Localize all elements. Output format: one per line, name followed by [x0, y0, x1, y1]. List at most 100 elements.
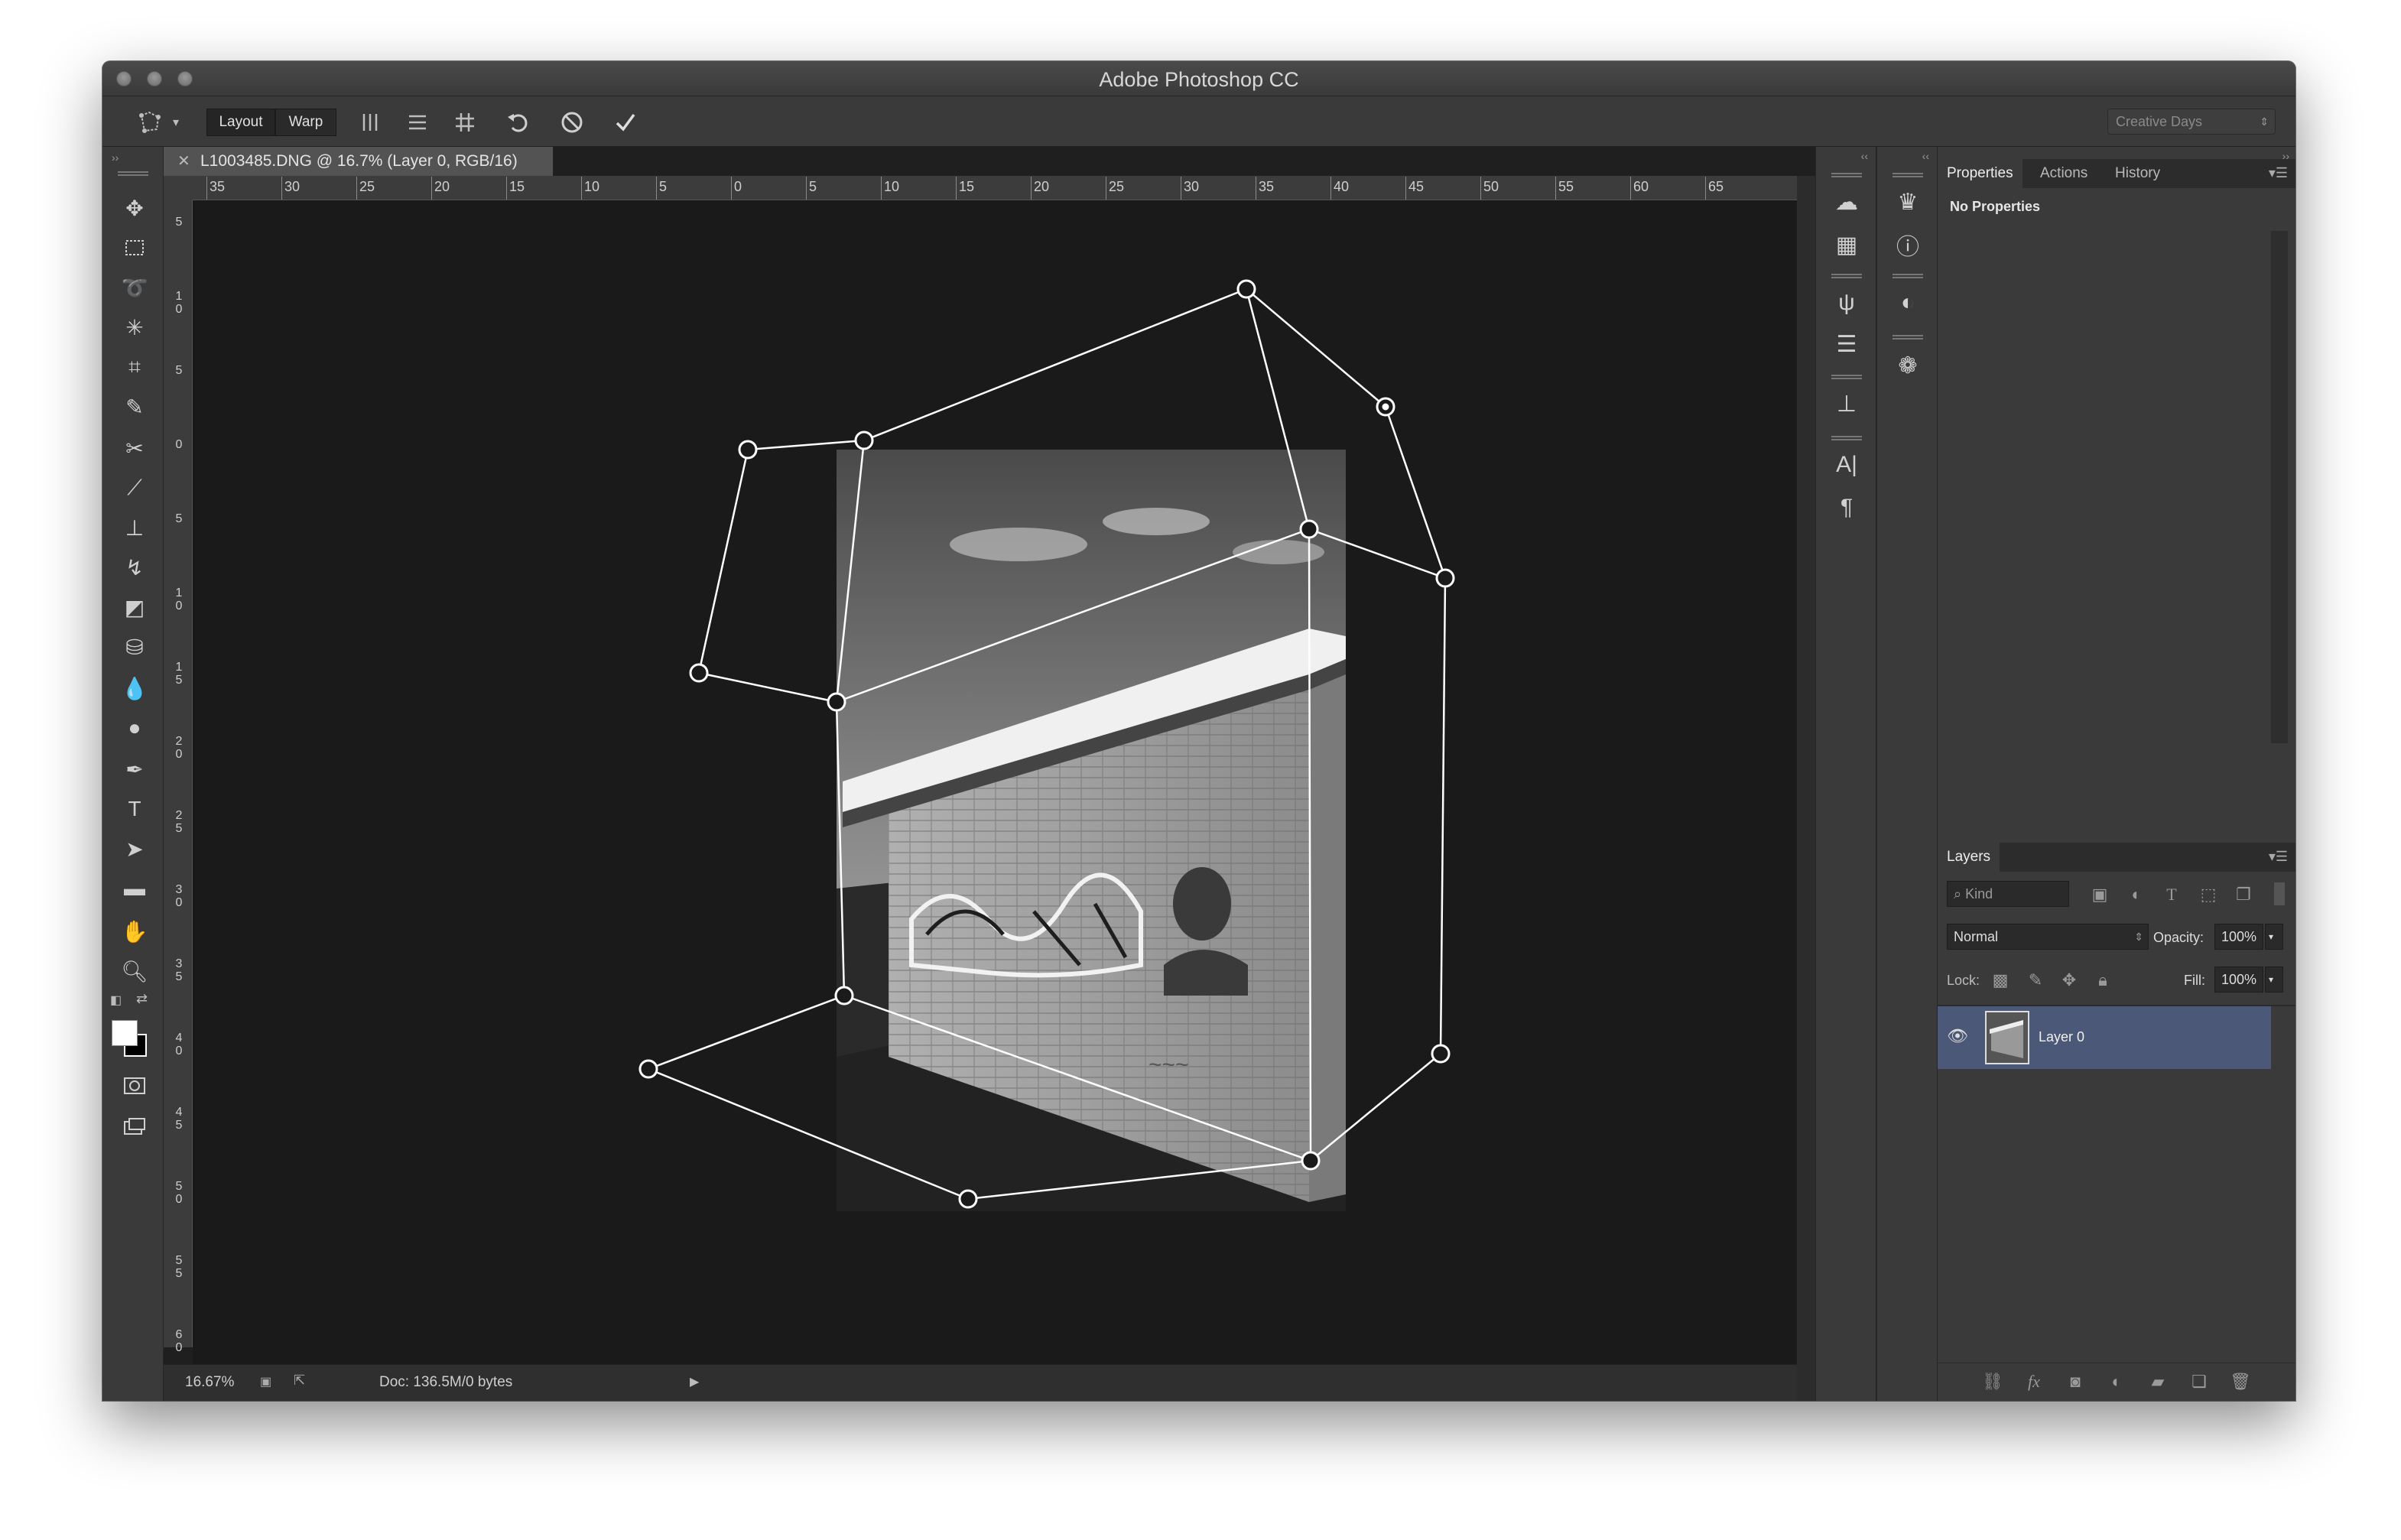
paragraph-panel-icon[interactable]: ¶ [1828, 489, 1865, 526]
adjustments-panel-icon[interactable]: ◐ [1889, 284, 1926, 321]
lock-transparency-icon[interactable]: ▩ [1988, 968, 2013, 993]
3d-panel-icon[interactable]: ☁ [1828, 184, 1865, 220]
lock-position-icon[interactable]: ✥ [2057, 968, 2081, 993]
opacity-input[interactable]: 100% [2214, 924, 2263, 950]
clone-source-panel-icon[interactable]: ⊥ [1828, 385, 1865, 422]
brush-presets-panel-icon[interactable]: ☰ [1828, 326, 1865, 362]
path-selection-tool-icon[interactable]: ➤ [118, 832, 151, 866]
vertical-scrollbar[interactable] [1797, 176, 1815, 1401]
channels-panel-icon[interactable]: ❁ [1889, 347, 1926, 384]
crop-tool-icon[interactable]: ⌗ [118, 350, 151, 384]
eraser-tool-icon[interactable]: ◩ [118, 590, 151, 624]
type-tool-icon[interactable]: T [118, 792, 151, 826]
marquee-tool-icon[interactable] [118, 231, 151, 265]
hand-tool-icon[interactable]: ✋ [118, 915, 151, 948]
opacity-dropdown-icon[interactable]: ▾ [2265, 924, 2283, 950]
zoom-level[interactable]: 16.67% [185, 1374, 234, 1391]
move-tool-icon[interactable]: ✥ [118, 191, 151, 225]
link-layers-icon[interactable]: ⛓ [1980, 1369, 2005, 1394]
new-group-icon[interactable]: ▰ [2146, 1369, 2170, 1394]
collapse-dock-icon[interactable]: ‹‹ [1922, 150, 1929, 162]
collapse-dock-icon[interactable]: ‹‹ [1861, 150, 1868, 162]
layers-menu-icon[interactable]: ▾☰ [2269, 849, 2288, 865]
new-layer-icon[interactable]: ❏ [2187, 1369, 2211, 1394]
history-brush-tool-icon[interactable]: ↯ [118, 551, 151, 584]
swap-colors-icon[interactable]: ⇄ [136, 991, 148, 1007]
trash-icon[interactable]: 🗑︎ [2228, 1369, 2253, 1394]
share-icon[interactable]: ⇱ [294, 1373, 305, 1389]
undo-icon[interactable] [502, 106, 535, 139]
fill-dropdown-icon[interactable]: ▾ [2265, 967, 2283, 993]
new-adjustment-layer-icon[interactable]: ◐ [2104, 1369, 2129, 1394]
grid-icon[interactable] [448, 106, 482, 139]
fill-input[interactable]: 100% [2214, 967, 2263, 993]
tab-actions[interactable]: Actions [2031, 159, 2097, 188]
ruler-tick-label: 2 0 [175, 735, 183, 761]
workspace-select[interactable]: Creative Days ⇕ [2107, 109, 2276, 135]
lock-all-icon[interactable]: 🔒︎ [2091, 968, 2115, 993]
layout-button[interactable]: Layout [206, 109, 275, 136]
filter-adjustment-icon[interactable]: ◐ [2124, 882, 2149, 907]
split-vertical-icon[interactable] [353, 106, 387, 139]
tab-layers[interactable]: Layers [1938, 843, 2000, 872]
vertical-ruler[interactable]: 5 1 0 5 0 5 1 0 1 5 2 0 2 5 3 0 3 5 4 0 4 5 5 0 5 5 6 0 [164, 200, 193, 1354]
tool-preset-dropdown-icon[interactable]: ▾ [168, 106, 184, 139]
blend-mode-select[interactable]: Normal ⇕ [1947, 924, 2149, 950]
lock-pixels-icon[interactable]: ✎ [2023, 968, 2048, 993]
filter-pixel-icon[interactable]: ▣ [2087, 882, 2112, 907]
tab-history[interactable]: History [2106, 159, 2169, 188]
layer-row[interactable]: 👁︎ Layer 0 [1938, 1006, 2271, 1069]
filter-smart-object-icon[interactable]: ❐ [2231, 882, 2256, 907]
layer-filter-label: Kind [1965, 886, 1993, 902]
default-colors-icon[interactable]: ◧ [110, 993, 122, 1008]
brushes-panel-icon[interactable]: ψ [1828, 284, 1865, 321]
swatches-panel-icon[interactable]: ▦ [1828, 226, 1865, 263]
brush-tool-icon[interactable]: ⟋ [118, 471, 151, 505]
tab-properties[interactable]: Properties [1938, 159, 2022, 188]
canvas[interactable]: ~~~ [193, 200, 1797, 1364]
gpu-status-icon[interactable]: ▣ [260, 1374, 271, 1389]
eyedropper-tool-icon[interactable]: ✎ [118, 390, 151, 424]
commit-icon[interactable] [609, 106, 642, 139]
filter-type-icon[interactable]: T [2159, 882, 2184, 907]
ruler-tick-label: 50 [1483, 179, 1499, 194]
blur-tool-icon[interactable]: 💧 [118, 671, 151, 705]
dodge-tool-icon[interactable]: ● [118, 711, 151, 745]
horizontal-ruler[interactable]: 35 30 25 20 15 10 5 0 5 10 15 20 25 30 35 40 45 50 55 60 65 [193, 176, 1797, 200]
zoom-tool-icon[interactable]: 🔍︎ [118, 954, 151, 988]
ruler-tick [506, 177, 507, 200]
pen-tool-icon[interactable]: ✒ [118, 752, 151, 786]
ruler-tick-label: 5 0 [175, 1180, 183, 1206]
document-tab[interactable]: ✕ L1003485.DNG @ 16.7% (Layer 0, RGB/16) [164, 147, 554, 176]
split-horizontal-icon[interactable] [401, 106, 434, 139]
panel-menu-icon[interactable]: ▾☰ [2269, 165, 2288, 181]
filter-shape-icon[interactable]: ⬚ [2196, 882, 2221, 907]
expand-panel-icon[interactable]: ›› [112, 151, 119, 164]
lasso-tool-icon[interactable]: ➰ [118, 271, 151, 304]
paint-bucket-tool-icon[interactable]: ⛁ [118, 630, 151, 664]
cancel-icon[interactable] [555, 106, 589, 139]
status-menu-arrow-icon[interactable]: ▶ [690, 1374, 699, 1389]
info-panel-icon[interactable]: ⓘ [1889, 226, 1926, 263]
rectangle-tool-icon[interactable]: ▬ [118, 872, 151, 905]
quick-mask-icon[interactable] [118, 1069, 151, 1103]
filter-toggle[interactable] [2274, 882, 2285, 905]
ruler-corner[interactable] [164, 176, 193, 200]
close-document-icon[interactable]: ✕ [177, 147, 190, 176]
stamp-tool-icon[interactable]: ⊥ [118, 511, 151, 544]
puppet-tool-icon[interactable] [133, 106, 167, 139]
healing-tool-icon[interactable]: ✂ [118, 431, 151, 465]
layer-filter-select[interactable]: ⌕ Kind [1947, 881, 2069, 907]
visibility-eye-icon[interactable]: 👁︎ [1947, 1026, 1968, 1046]
screen-mode-icon[interactable] [118, 1110, 151, 1144]
foreground-color-swatch[interactable] [112, 1020, 138, 1046]
add-mask-icon[interactable]: ◙ [2063, 1369, 2087, 1394]
histogram-panel-icon[interactable]: ♛ [1889, 184, 1926, 220]
magic-wand-tool-icon[interactable]: ✳ [118, 310, 151, 344]
layer-style-icon[interactable]: fx [2022, 1369, 2046, 1394]
layer-name[interactable]: Layer 0 [2039, 1029, 2084, 1045]
svg-text:~~~: ~~~ [1149, 1052, 1189, 1077]
warp-button[interactable]: Warp [275, 109, 336, 136]
properties-scrollbar[interactable] [2271, 231, 2288, 743]
character-panel-icon[interactable]: A| [1828, 447, 1865, 483]
